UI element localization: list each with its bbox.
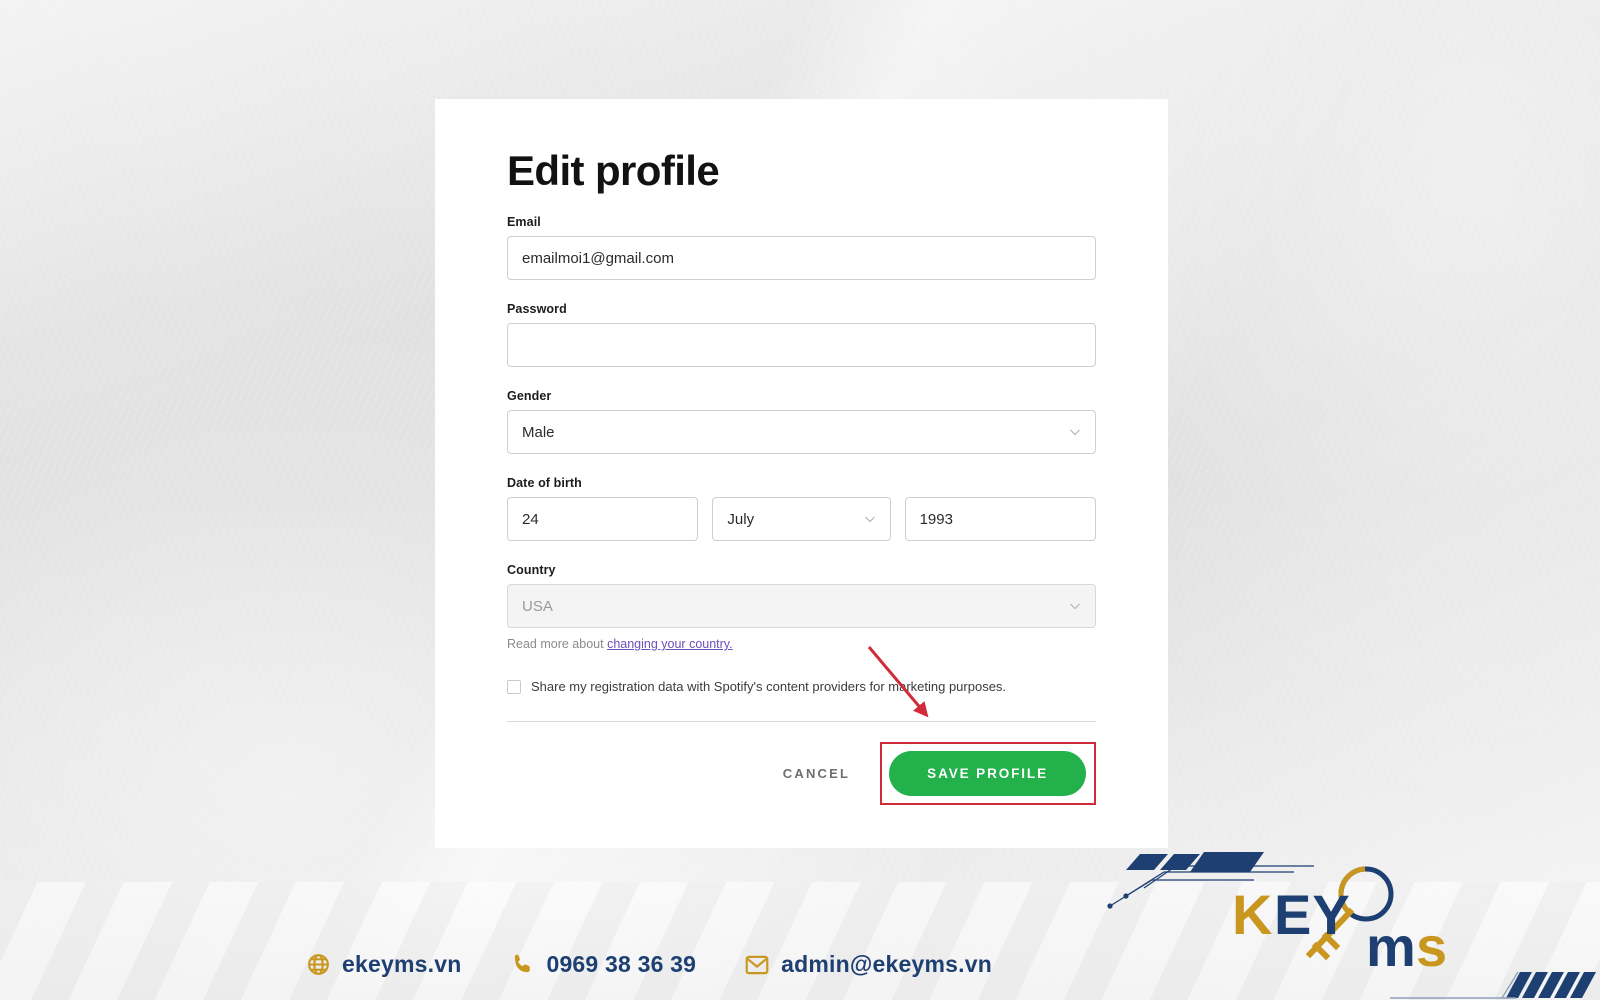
edit-profile-card: Edit profile Email emailmoi1@gmail.com P… xyxy=(435,99,1168,848)
password-label: Password xyxy=(507,302,567,317)
contact-email[interactable]: admin@ekeyms.vn xyxy=(744,951,992,978)
email-input-value: emailmoi1@gmail.com xyxy=(522,249,674,267)
country-select-value: USA xyxy=(522,597,553,615)
gender-select-value: Male xyxy=(522,423,555,441)
password-input[interactable] xyxy=(507,323,1096,368)
country-helper-prefix: Read more about xyxy=(507,637,608,652)
footer-contacts: ekeyms.vn 0969 38 36 39 admin@ekeyms.vn xyxy=(305,951,992,978)
page-title: Edit profile xyxy=(507,147,720,194)
country-helper-text: Read more about changing your country. xyxy=(507,637,1096,651)
logo-text-key: K xyxy=(1232,883,1273,946)
svg-text:EY: EY xyxy=(1274,883,1351,946)
email-label: Email xyxy=(507,215,541,230)
dob-year-value: 1993 xyxy=(919,510,953,528)
logo-text-ms: m xyxy=(1366,915,1417,972)
cancel-button[interactable]: CANCEL xyxy=(761,752,872,795)
marketing-consent-checkbox[interactable] xyxy=(507,680,521,695)
contact-website[interactable]: ekeyms.vn xyxy=(305,951,461,978)
dob-year-input[interactable]: 1993 xyxy=(904,497,1096,542)
globe-icon xyxy=(305,952,331,978)
field-password: Password xyxy=(507,302,1096,368)
field-email: Email emailmoi1@gmail.com xyxy=(507,215,1096,281)
contact-phone[interactable]: 0969 38 36 39 xyxy=(509,951,696,978)
marketing-consent-label: Share my registration data with Spotify'… xyxy=(531,679,1007,695)
contact-email-text: admin@ekeyms.vn xyxy=(781,951,992,977)
dob-day-value: 24 xyxy=(522,510,539,528)
chevron-down-icon xyxy=(1068,425,1082,439)
chevron-down-icon xyxy=(1068,599,1082,613)
field-date-of-birth: Date of birth 24 July 1993 xyxy=(507,476,1096,542)
phone-icon xyxy=(509,952,535,978)
dob-month-value: July xyxy=(727,510,755,528)
gender-label: Gender xyxy=(507,389,552,404)
date-of-birth-label: Date of birth xyxy=(507,476,582,491)
save-profile-button[interactable]: SAVE PROFILE xyxy=(889,751,1086,797)
form-divider xyxy=(507,721,1096,723)
corner-stripe-decoration xyxy=(1390,971,1596,999)
keyms-logo: K EY m s xyxy=(1107,852,1448,972)
chevron-down-icon xyxy=(863,512,877,526)
date-of-birth-row: 24 July 1993 xyxy=(507,497,1096,542)
envelope-icon xyxy=(744,952,770,978)
contact-phone-text: 0969 38 36 39 xyxy=(546,951,697,977)
gender-select[interactable]: Male xyxy=(507,410,1096,455)
dob-year-wrap: 1993 xyxy=(904,497,1096,542)
dob-day-wrap: 24 xyxy=(507,497,699,542)
svg-text:s: s xyxy=(1416,915,1448,972)
contact-website-text: ekeyms.vn xyxy=(342,951,462,977)
field-country: Country USA Read more about changing you… xyxy=(507,563,1096,651)
dob-month-select[interactable]: July xyxy=(712,497,891,542)
marketing-consent-row[interactable]: Share my registration data with Spotify'… xyxy=(507,679,1096,695)
form-actions: CANCEL SAVE PROFILE xyxy=(507,742,1096,806)
save-profile-highlight-wrap: SAVE PROFILE xyxy=(880,742,1096,806)
field-gender: Gender Male xyxy=(507,389,1096,455)
country-select: USA xyxy=(507,584,1096,629)
dob-month-wrap: July xyxy=(712,497,891,542)
email-input[interactable]: emailmoi1@gmail.com xyxy=(507,236,1096,281)
dob-day-input[interactable]: 24 xyxy=(507,497,699,542)
changing-country-link[interactable]: changing your country. xyxy=(607,637,733,651)
country-label: Country xyxy=(507,563,556,578)
